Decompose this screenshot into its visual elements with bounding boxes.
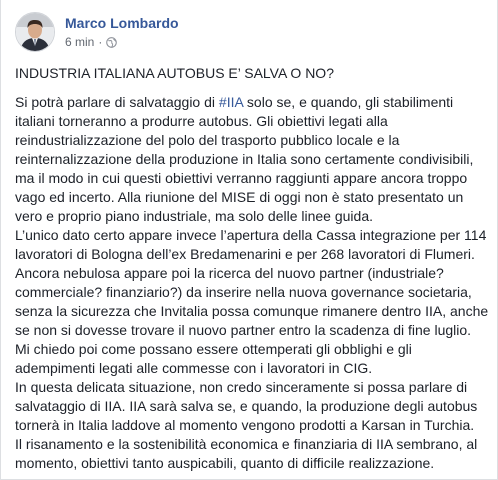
post-headline: INDUSTRIA ITALIANA AUTOBUS E’ SALVA O NO… <box>15 65 334 81</box>
paragraph-1-text-end: solo se, e quando, gli stabilimenti ital… <box>15 94 474 224</box>
post-paragraph-1: Si potrà parlare di salvataggio di #IIA … <box>15 93 489 226</box>
post-meta: Marco Lombardo 6 min · <box>65 14 179 50</box>
separator-dot: · <box>98 35 103 49</box>
post-header: Marco Lombardo 6 min · <box>15 10 179 54</box>
avatar-image <box>16 13 54 51</box>
globe-icon[interactable] <box>106 36 118 48</box>
paragraph-1-text-start: Si potrà parlare di salvataggio di <box>15 94 219 110</box>
post-timestamp[interactable]: 6 min <box>65 34 94 50</box>
author-name[interactable]: Marco Lombardo <box>65 14 179 32</box>
hashtag-link[interactable]: #IIA <box>219 94 243 110</box>
post-subline: 6 min · <box>65 34 179 50</box>
post-paragraph-4: Il risanamento e la sostenibilità econom… <box>15 436 478 471</box>
facebook-post: Marco Lombardo 6 min · INDUSTRIA ITALIAN… <box>0 0 498 480</box>
author-avatar[interactable] <box>15 12 55 52</box>
post-paragraph-2: L’unico dato certo appare invece l’apert… <box>15 227 489 376</box>
post-paragraph-3: In questa delicata situazione, non credo… <box>15 379 478 433</box>
post-body: INDUSTRIA ITALIANA AUTOBUS E’ SALVA O NO… <box>15 64 489 473</box>
